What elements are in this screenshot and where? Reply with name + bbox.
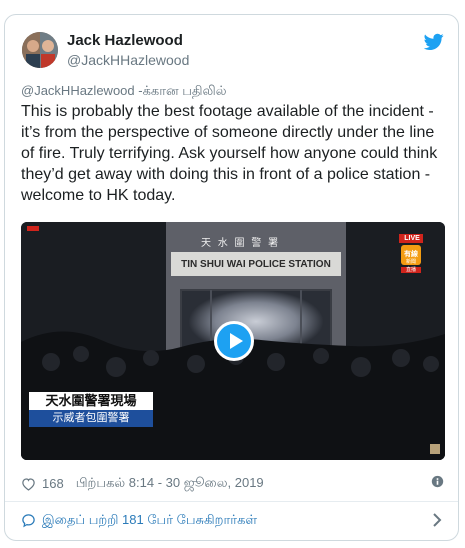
live-label: LIVE xyxy=(404,235,420,242)
reply-context[interactable]: @JackHHazlewood -க்கான பதிலில் xyxy=(21,83,227,100)
tweet-text: This is probably the best footage availa… xyxy=(21,103,438,204)
timestamp[interactable]: பிற்பகல் 8:14 - 30 ஜூலை, 2019 xyxy=(76,475,264,492)
caption-main: 天水圍警署現場 xyxy=(45,393,137,408)
play-button[interactable] xyxy=(214,321,254,361)
author-name[interactable]: Jack Hazlewood xyxy=(67,32,183,49)
video-player[interactable]: 天 水 圍 警 署 TIN SHUI WAI POLICE STATION LI… xyxy=(21,222,445,460)
caption-sub: 示威者包圍警署 xyxy=(52,412,130,424)
speech-bubble-icon xyxy=(22,514,35,528)
building-characters: 天 水 圍 警 署 xyxy=(201,238,281,249)
avatar[interactable] xyxy=(22,32,58,68)
channel-sub: 新聞 xyxy=(405,259,416,265)
play-icon xyxy=(230,333,243,349)
heart-icon[interactable] xyxy=(21,477,36,491)
conversation-link[interactable]: இதைப் பற்றி 181 பேர் பேசுகிறார்கள் xyxy=(21,512,257,529)
author-handle[interactable]: @JackHHazlewood xyxy=(67,52,189,68)
twitter-bird-icon[interactable] xyxy=(424,33,444,51)
tweet-card: Jack Hazlewood @JackHHazlewood @JackHHaz… xyxy=(4,14,459,541)
conversation-text[interactable]: இதைப் பற்றி 181 பேர் பேசுகிறார்கள் xyxy=(42,512,257,529)
channel-tag: 直播 xyxy=(405,267,416,273)
tweet-footer: 168 பிற்பகல் 8:14 - 30 ஜூலை, 2019 xyxy=(21,475,264,492)
divider xyxy=(5,501,458,502)
info-icon[interactable] xyxy=(431,475,444,488)
like-count[interactable]: 168 xyxy=(42,476,64,491)
building-sign: TIN SHUI WAI POLICE STATION xyxy=(181,259,331,270)
chevron-right-icon[interactable] xyxy=(432,513,442,527)
